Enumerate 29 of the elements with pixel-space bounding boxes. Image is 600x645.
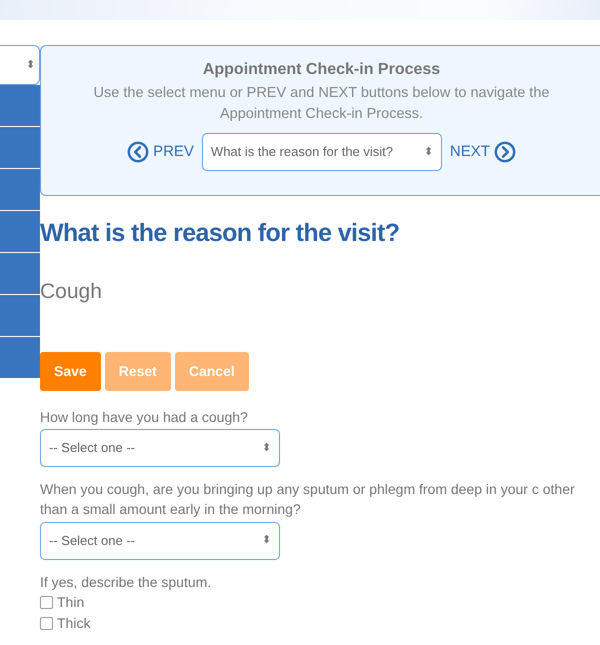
checkbox-label[interactable]: Thick <box>57 612 90 634</box>
sidebar-item[interactable] <box>0 127 40 169</box>
sidebar-item[interactable] <box>0 85 40 127</box>
question-label: When you cough, are you bringing up any sputum or phlegm from deep in your c other than a small amount early in the morning? <box>40 480 576 520</box>
panel-title: Appointment Check-in Process <box>202 60 442 80</box>
question-heading: What is the reason for the visit? <box>40 218 400 248</box>
sidebar-item[interactable] <box>0 295 40 337</box>
sidebar-item[interactable] <box>0 211 40 253</box>
chevron-left-circle-icon <box>127 141 150 164</box>
checkbox[interactable] <box>40 596 53 609</box>
question-label: If yes, describe the sputum. <box>40 572 212 592</box>
sidebar-item[interactable] <box>0 337 40 379</box>
answer-select[interactable]: -- Select one -- ⬍ <box>40 522 280 560</box>
chevron-right-circle-icon <box>494 141 516 164</box>
checkbox-label[interactable]: Thin <box>57 592 84 613</box>
select-arrows-icon: ⬍ <box>424 144 433 160</box>
next-button[interactable]: NEXT <box>450 140 516 164</box>
sidebar-item[interactable] <box>0 253 40 295</box>
answer-select[interactable]: -- Select one -- ⬍ <box>40 429 280 468</box>
select-arrows-icon: ⬍ <box>262 440 271 456</box>
prev-button[interactable]: PREV <box>127 140 194 164</box>
checkbox[interactable] <box>40 616 53 630</box>
complaint-text: Cough <box>40 279 103 306</box>
question-label: How long have you had a cough? <box>40 408 249 427</box>
step-select[interactable]: What is the reason for the visit? ⬍ <box>202 133 442 172</box>
panel-description: Use the select menu or PREV and NEXT buttons below to navigate the Appointment Check-in Process. <box>92 84 550 124</box>
sidebar-select[interactable]: ⬍ <box>0 45 40 85</box>
action-button[interactable]: Save <box>40 352 101 391</box>
select-arrows-icon: ⬍ <box>262 532 271 549</box>
